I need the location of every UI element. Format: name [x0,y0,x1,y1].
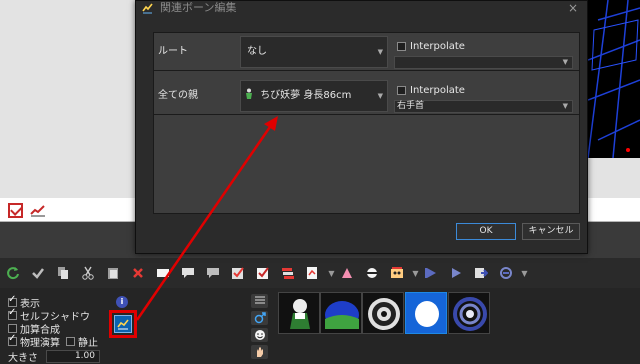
all-parent-interpolate-label: Interpolate [410,85,465,96]
check-icon[interactable] [27,262,49,284]
view-toggle-checkbox[interactable] [8,203,23,218]
root-combo-value: なし [247,46,267,57]
shape-icon[interactable] [336,262,358,284]
static-checkbox[interactable] [66,337,75,346]
all-parent-combo-value: ちび妖夢 身長86cm [260,90,352,101]
all-parent-interpolate-checkbox[interactable] [397,86,406,95]
root-combo[interactable]: なし ▼ [240,36,388,68]
chevron-down-icon[interactable]: ▼ [411,262,420,284]
dialog-title: 関連ボーン編集 [136,1,587,17]
chevron-down-icon: ▼ [377,48,383,56]
3d-viewport[interactable] [588,0,640,158]
chevron-down-icon: ▼ [562,58,568,66]
list-icon[interactable] [251,294,268,308]
option-static-label: 静止 [78,338,98,349]
refresh-icon[interactable] [2,262,24,284]
delete-icon[interactable] [127,262,149,284]
chevron-down-icon[interactable]: ▼ [327,262,336,284]
smiley-icon[interactable] [251,328,268,342]
layers-icon[interactable] [277,262,299,284]
root-interpolate-checkbox[interactable] [397,42,406,51]
close-button[interactable]: × [568,1,578,15]
size-label: 大きさ [8,353,38,364]
loop-icon[interactable] [495,262,517,284]
gender-icon[interactable] [251,311,268,325]
info-icon[interactable]: i [116,296,128,308]
comment-icon[interactable] [202,262,224,284]
viewport-grid-icon [588,0,640,158]
comment-icon[interactable] [177,262,199,284]
paste-icon[interactable] [102,262,124,284]
bone-select-combo[interactable]: 右手首 ▼ [394,100,573,113]
related-bone-button[interactable] [114,315,132,333]
graph-icon[interactable] [30,203,46,217]
all-parent-interpolate[interactable]: Interpolate [397,85,465,96]
size-input[interactable]: 1.00 [46,350,100,363]
bone-settings-panel: ルート なし ▼ Interpolate ▼ 全ての親 ちび妖夢 身長86cm [153,32,580,214]
copy-icon[interactable] [52,262,74,284]
self-shadow-checkbox[interactable] [8,307,17,320]
model-thumbnail-sphere[interactable] [405,292,447,334]
related-bone-icon [117,319,129,330]
display-checkbox[interactable] [8,294,17,307]
cut-icon[interactable] [77,262,99,284]
root-row: ルート なし ▼ Interpolate ▼ [154,33,579,71]
option-physics-label: 物理演算 [20,338,60,349]
model-thumbnail-stage[interactable] [320,292,362,334]
root-interpolate[interactable]: Interpolate [397,41,465,52]
related-bone-dialog: 関連ボーン編集 × ルート なし ▼ Interpolate ▼ 全ての親 ちび… [135,0,588,254]
option-static[interactable]: 静止 [66,334,98,349]
option-physics[interactable]: 物理演算 [8,333,60,349]
play-icon[interactable] [420,262,442,284]
chevron-down-icon[interactable]: ▼ [520,262,529,284]
dialog-app-icon [142,3,153,14]
cancel-button[interactable]: キャンセル [522,223,580,240]
chevron-down-icon: ▼ [377,92,383,100]
model-thumbnail-gear[interactable] [362,292,404,334]
play-icon[interactable] [445,262,467,284]
additive-blend-checkbox[interactable] [8,324,17,333]
model-thumbnail-ring[interactable] [448,292,490,334]
film-icon[interactable] [386,262,408,284]
shape-icon[interactable] [361,262,383,284]
physics-checkbox[interactable] [8,333,17,346]
chevron-down-icon: ▼ [562,102,568,110]
check-list-icon[interactable] [227,262,249,284]
ok-button[interactable]: OK [456,223,516,240]
bone-select-value: 右手首 [397,101,425,111]
model-thumbnail-character[interactable] [278,292,320,334]
select-icon[interactable] [152,262,174,284]
hand-icon[interactable] [251,345,268,359]
root-label: ルート [158,46,188,57]
all-parent-row: 全ての親 ちび妖夢 身長86cm ▼ Interpolate 右手首 ▼ [154,77,579,115]
all-parent-label: 全ての親 [158,90,198,101]
root-sub-combo[interactable]: ▼ [394,56,573,69]
model-icon [246,88,252,99]
all-parent-combo[interactable]: ちび妖夢 身長86cm ▼ [240,80,388,112]
check-list-icon[interactable] [252,262,274,284]
graph-icon[interactable] [302,262,324,284]
export-icon[interactable] [470,262,492,284]
root-interpolate-label: Interpolate [410,41,465,52]
edit-toolbar: ▼ ▼ ▼ [0,258,640,288]
